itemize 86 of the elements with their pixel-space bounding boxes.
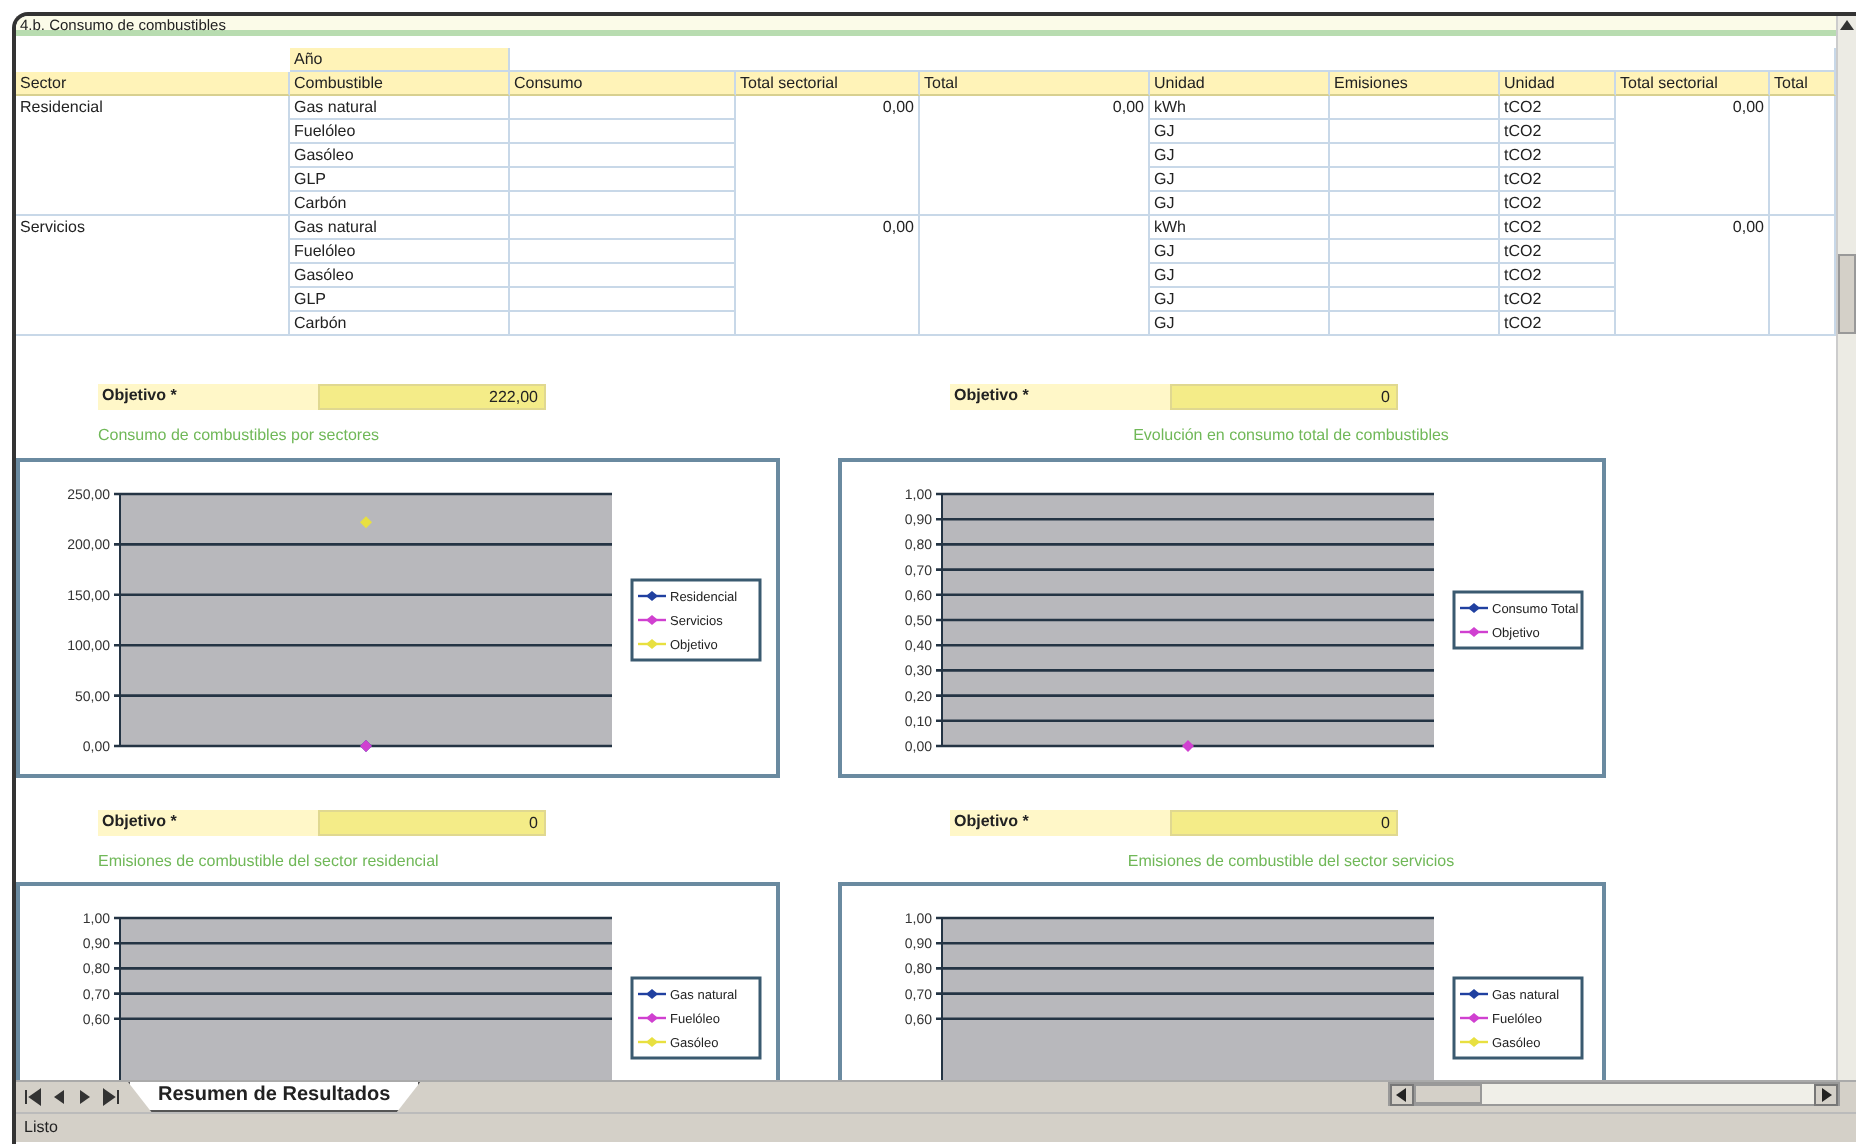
scroll-up-icon[interactable]: [1838, 16, 1856, 34]
objective-value: 0: [318, 809, 546, 836]
column-header: Unidad: [1500, 72, 1616, 96]
data-marker: [1182, 739, 1194, 752]
table-cell: tCO2: [1500, 96, 1616, 120]
chart-title: Consumo de combustibles por sectores: [98, 426, 382, 446]
column-header: Sector: [16, 72, 290, 96]
table-cell: GLP: [290, 168, 510, 192]
legend-marker-icon: [1460, 626, 1488, 637]
table-cell: 0,00: [736, 216, 920, 336]
table-cell: Residencial: [16, 96, 290, 216]
previous-sheet-icon[interactable]: [50, 1088, 68, 1106]
table-cell: GJ: [1150, 120, 1330, 144]
table-cell: 0,00: [736, 96, 920, 216]
table-cell: GJ: [1150, 192, 1330, 216]
table-cell: Carbón: [290, 192, 510, 216]
column-header: Emisiones: [1330, 72, 1500, 96]
table-cell: tCO2: [1500, 120, 1616, 144]
table-cell: Fuelóleo: [290, 240, 510, 264]
legend-marker-icon: [638, 614, 666, 625]
chart-title: Emisiones de combustible del sector servicios: [1125, 851, 1457, 871]
vertical-scrollbar[interactable]: [1836, 16, 1856, 1080]
table-cell: tCO2: [1500, 216, 1616, 240]
table-cell: Gas natural: [290, 216, 510, 240]
table-cell: GJ: [1150, 312, 1330, 336]
table-cell: tCO2: [1500, 144, 1616, 168]
objective-label: Objetivo *: [98, 809, 318, 836]
table-cell: kWh: [1150, 96, 1330, 120]
table-cell: kWh: [1150, 216, 1330, 240]
table-cell: Gasóleo: [290, 264, 510, 288]
column-header: Combustible: [290, 72, 510, 96]
column-header: Total: [920, 72, 1150, 96]
legend-marker-icon: [1460, 602, 1488, 613]
table-cell: GJ: [1150, 240, 1330, 264]
objective-value: 222,00: [318, 384, 546, 410]
table-cell: GJ: [1150, 288, 1330, 312]
table-cell: tCO2: [1500, 312, 1616, 336]
scroll-left-icon[interactable]: [1396, 1088, 1408, 1102]
column-header: Total sectorial: [736, 72, 920, 96]
scroll-right-icon[interactable]: [1820, 1088, 1832, 1102]
column-header: Unidad: [1150, 72, 1330, 96]
year-label: Año: [290, 48, 510, 72]
horizontal-scrollbar[interactable]: [1388, 1082, 1840, 1106]
table-cell: 0,00: [1616, 216, 1770, 336]
data-marker: [360, 515, 372, 528]
table-cell: Gasóleo: [290, 144, 510, 168]
first-sheet-icon[interactable]: [24, 1088, 42, 1106]
objective-value: 0: [1170, 384, 1398, 410]
column-header: Consumo: [510, 72, 736, 96]
legend-marker-icon: [1460, 1037, 1488, 1048]
sheet-tab[interactable]: Resumen de Resultados: [128, 1082, 421, 1112]
objective-label: Objetivo *: [98, 384, 318, 410]
objective-label: Objetivo *: [950, 809, 1170, 836]
legend-marker-icon: [638, 1013, 666, 1024]
scroll-thumb[interactable]: [1838, 254, 1856, 334]
chart-title: Evolución en consumo total de combustibles: [1131, 426, 1451, 446]
legend-marker-icon: [638, 989, 666, 1000]
table-cell: GJ: [1150, 144, 1330, 168]
table-cell: 0,00: [920, 96, 1150, 216]
table-cell: tCO2: [1500, 192, 1616, 216]
objective-value: 0: [1170, 809, 1398, 836]
legend-marker-icon: [638, 590, 666, 601]
table-cell: GJ: [1150, 168, 1330, 192]
scroll-thumb[interactable]: [1414, 1084, 1482, 1104]
objective-label: Objetivo *: [950, 384, 1170, 410]
table-cell: tCO2: [1500, 288, 1616, 312]
next-sheet-icon[interactable]: [76, 1088, 94, 1106]
chart-title: Emisiones de combustible del sector residencial: [98, 851, 441, 871]
table-cell: Gas natural: [290, 96, 510, 120]
column-header: Total: [1770, 72, 1836, 96]
table-cell: GLP: [290, 288, 510, 312]
table-cell: tCO2: [1500, 264, 1616, 288]
table-cell: GJ: [1150, 264, 1330, 288]
table-cell: Servicios: [16, 216, 290, 336]
table-cell: Carbón: [290, 312, 510, 336]
last-sheet-icon[interactable]: [102, 1088, 120, 1106]
table-cell: Fuelóleo: [290, 120, 510, 144]
legend-marker-icon: [1460, 989, 1488, 1000]
table-cell: tCO2: [1500, 168, 1616, 192]
column-header: Total sectorial: [1616, 72, 1770, 96]
table-cell: 0,00: [1616, 96, 1770, 216]
legend-marker-icon: [1460, 1013, 1488, 1024]
legend-marker-icon: [638, 638, 666, 649]
legend-marker-icon: [638, 1037, 666, 1048]
status-text: Listo: [24, 1118, 58, 1136]
table-cell: tCO2: [1500, 240, 1616, 264]
